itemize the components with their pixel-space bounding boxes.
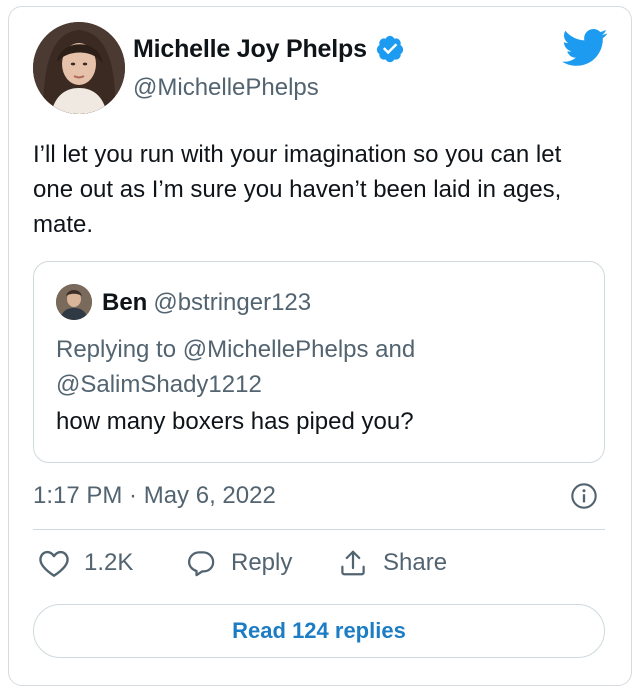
- share-label: Share: [383, 549, 448, 576]
- like-button[interactable]: 1.2K: [38, 548, 133, 578]
- twitter-bird-icon[interactable]: [562, 28, 608, 68]
- quoted-tweet[interactable]: Ben @bstringer123 Replying to @MichellePh…: [33, 261, 605, 463]
- quoted-tweet-text: how many boxers has piped you?: [56, 408, 414, 435]
- quoted-handle[interactable]: @bstringer123: [153, 289, 311, 316]
- quoted-display-name[interactable]: Ben: [102, 289, 147, 316]
- heart-icon: [39, 550, 69, 577]
- author-display-name[interactable]: Michelle Joy Phelps: [133, 35, 367, 64]
- read-replies-button[interactable]: Read 124 replies: [33, 604, 605, 658]
- tweet-text: I’ll let you run with your imagination s…: [33, 141, 562, 238]
- reply-button[interactable]: Reply: [185, 548, 292, 578]
- divider: [33, 529, 605, 530]
- quoted-author[interactable]: Ben @bstringer123: [102, 289, 311, 317]
- comment-bubble-icon: [188, 551, 215, 577]
- reply-label: Reply: [231, 549, 293, 576]
- verified-badge-icon: [376, 35, 403, 63]
- author-handle[interactable]: @MichellePhelps: [133, 74, 319, 102]
- tweet-timestamp[interactable]: 1:17 PM · May 6, 2022: [33, 482, 276, 510]
- share-upload-icon: [341, 550, 365, 576]
- author-name-row[interactable]: Michelle Joy Phelps: [133, 34, 405, 64]
- like-count: 1.2K: [84, 549, 134, 576]
- share-button[interactable]: Share: [337, 548, 447, 578]
- replying-to-text: Replying to @MichellePhelps and @SalimSh…: [56, 336, 416, 398]
- author-avatar[interactable]: [33, 22, 125, 114]
- quoted-author-avatar[interactable]: [56, 284, 92, 320]
- info-icon[interactable]: [570, 482, 598, 510]
